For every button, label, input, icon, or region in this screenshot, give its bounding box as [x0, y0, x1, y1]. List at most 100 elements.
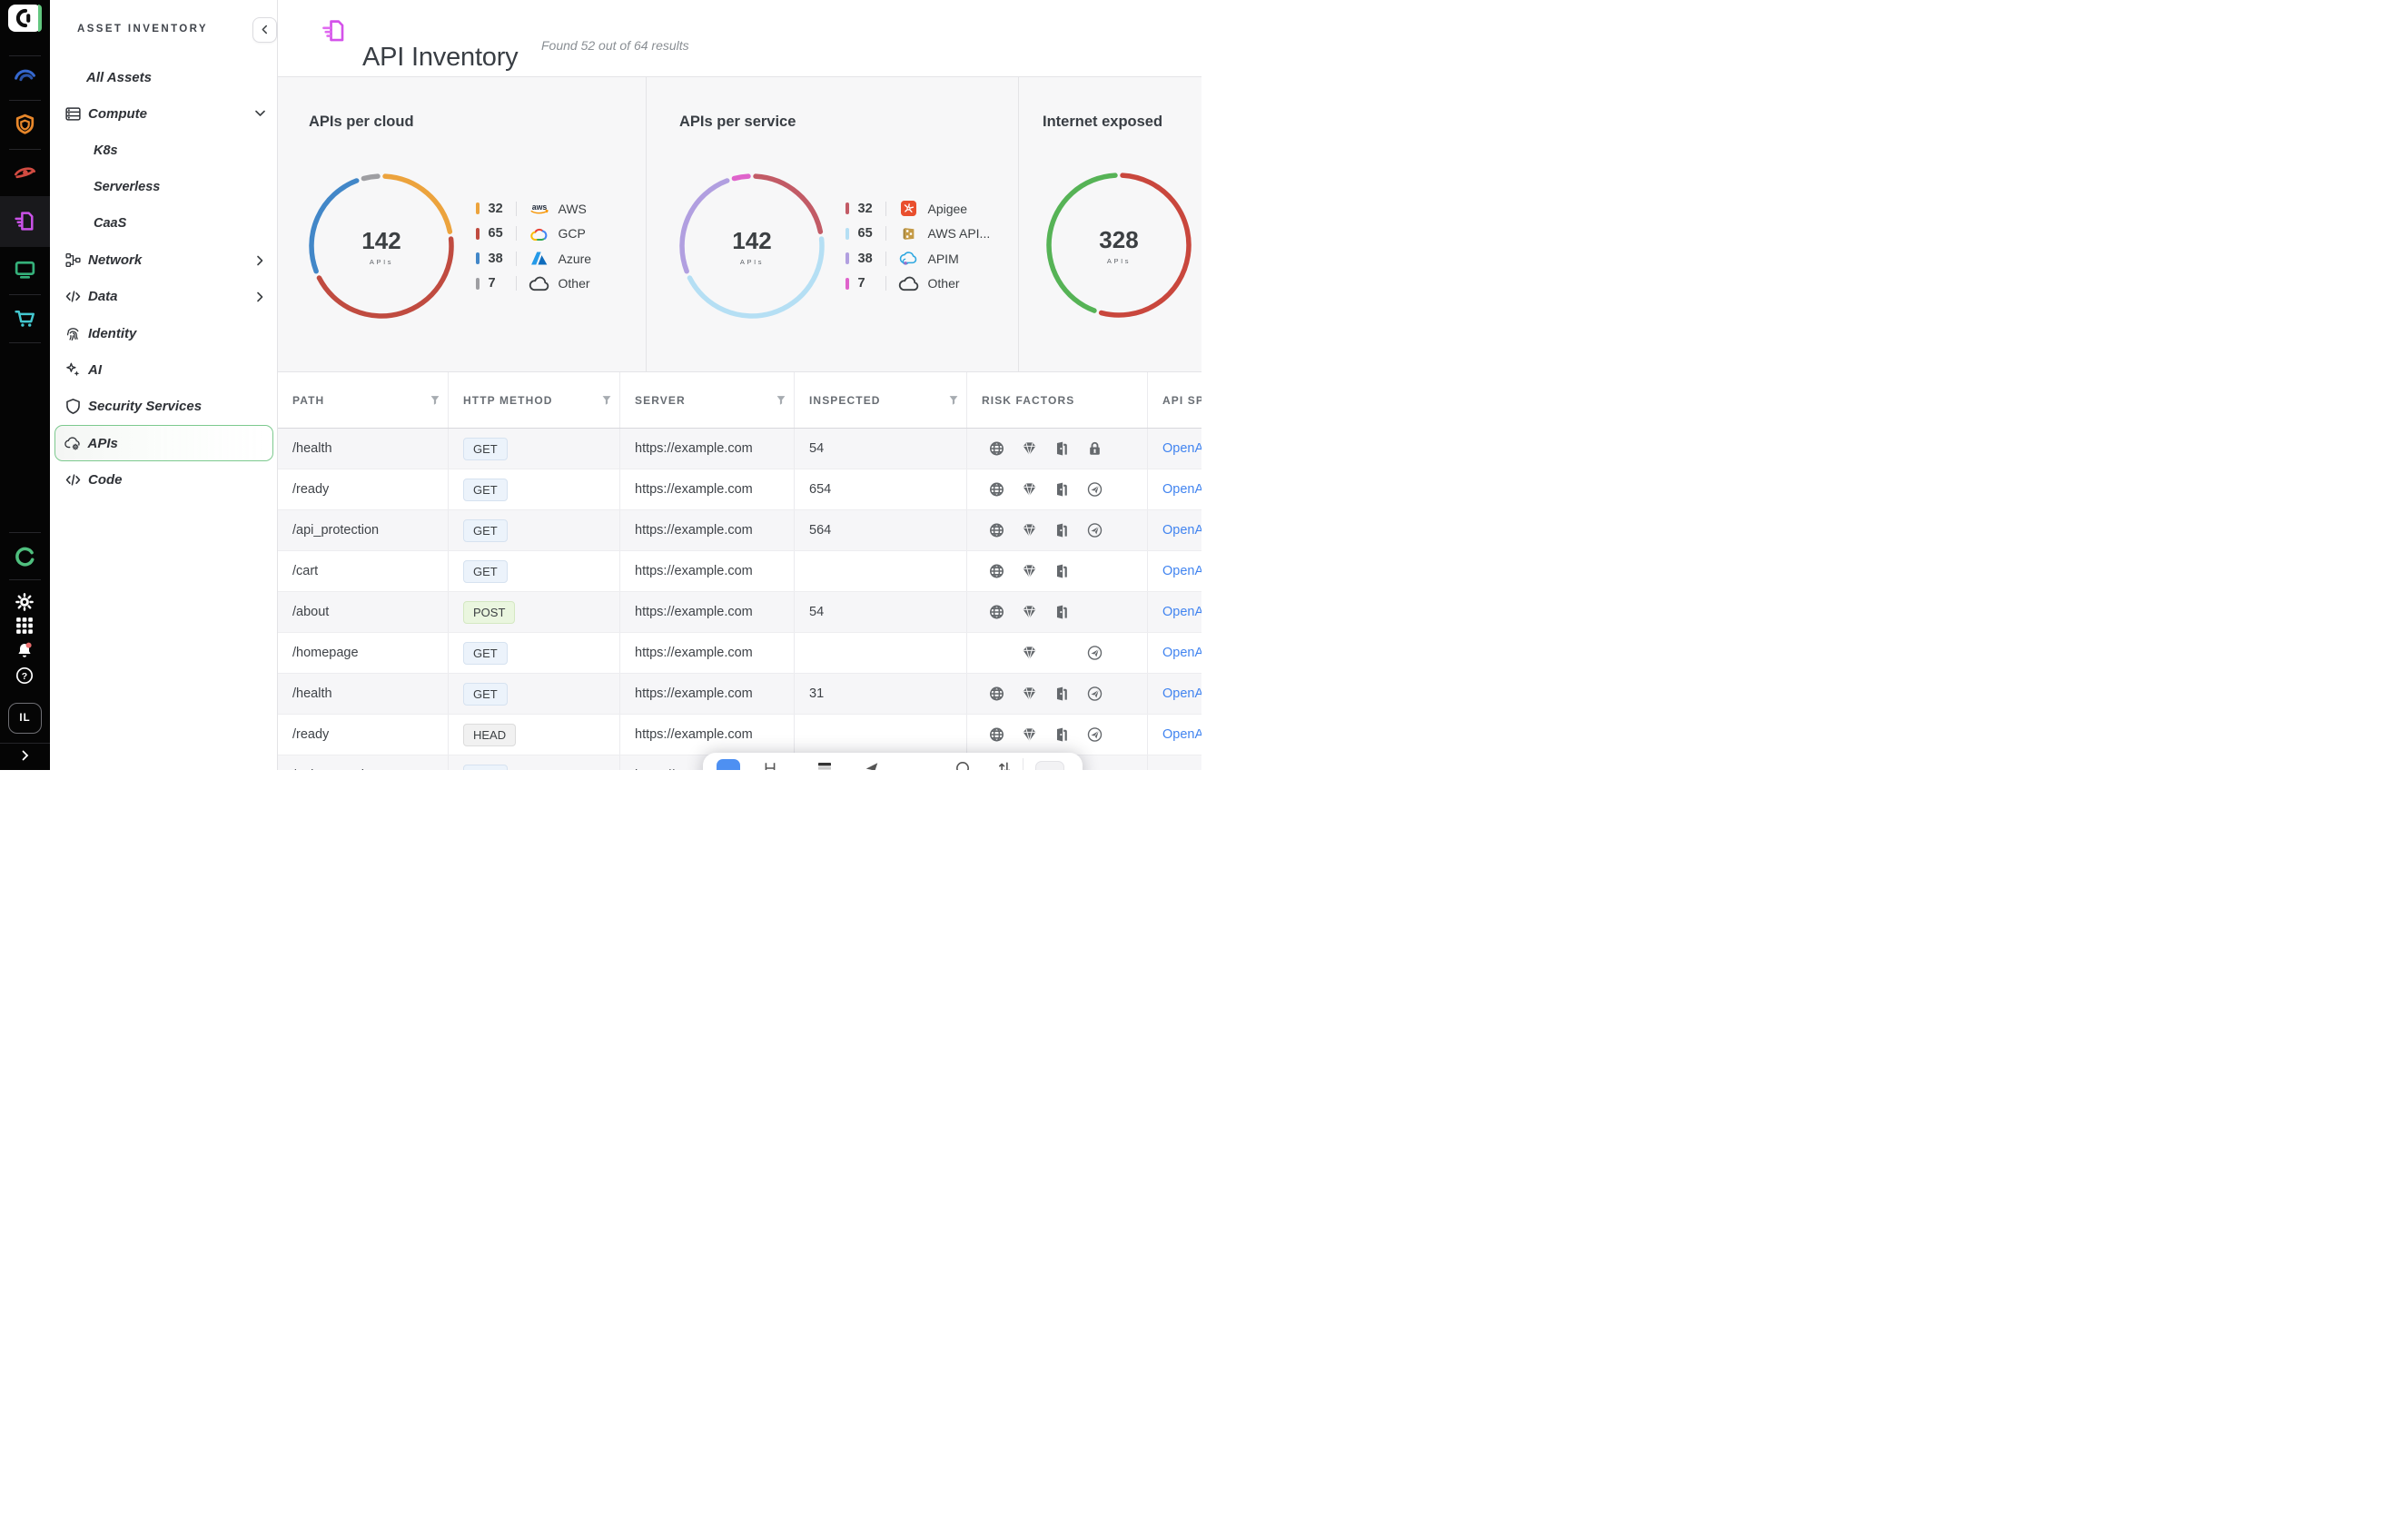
sidebar-item-ai[interactable]: AI — [50, 351, 277, 388]
api-spec-link[interactable]: OpenAPI — [1162, 605, 1202, 619]
filter-icon[interactable] — [430, 395, 440, 405]
sidebar-item-label: Network — [88, 252, 142, 268]
columns-icon[interactable] — [763, 761, 777, 770]
table-row[interactable]: /api_protectionGEThttps://example.com564… — [278, 510, 1202, 551]
filter-icon[interactable] — [776, 395, 786, 405]
table-row[interactable]: /healthGEThttps://example.com31OpenAPI — [278, 674, 1202, 715]
sidebar-item-all-assets[interactable]: All Assets — [50, 59, 277, 95]
sidebar-item-data[interactable]: Data — [50, 279, 277, 315]
cell-path: /api_protection — [278, 755, 449, 770]
help-button[interactable]: ? — [15, 666, 34, 685]
app-logo[interactable] — [8, 5, 42, 32]
risk-gem-icon — [1022, 727, 1037, 743]
chevron-right-icon[interactable] — [256, 255, 264, 266]
sidebar-item-identity[interactable]: Identity — [50, 315, 277, 351]
cell-risks — [967, 551, 1148, 591]
http-method-chip: GET — [463, 765, 508, 771]
column-header-inspected: INSPECTED — [795, 372, 967, 428]
api-spec-link[interactable]: OpenAPI — [1162, 482, 1202, 497]
table-row[interactable]: /cartGEThttps://example.comOpenAPI — [278, 551, 1202, 592]
api-spec-link[interactable]: OpenAPI — [1162, 646, 1202, 660]
orca-logo-icon — [15, 8, 35, 28]
toolbar-primary-button[interactable] — [717, 759, 740, 770]
sidebar-item-compute[interactable]: Compute — [50, 95, 277, 132]
legend-value: 65 — [858, 226, 885, 241]
table-view-icon[interactable] — [817, 761, 832, 770]
api-spec-link[interactable]: OpenAPI — [1162, 441, 1202, 456]
table-row[interactable]: /healthGEThttps://example.com54OpenAPI — [278, 429, 1202, 469]
shield-icon — [64, 398, 82, 415]
legend-divider — [885, 276, 886, 291]
rail-module-dashboard[interactable] — [13, 63, 37, 87]
legend-color-marker — [846, 202, 849, 214]
rail-orca-status[interactable] — [13, 545, 37, 569]
api-spec-link[interactable]: OpenAPI — [1162, 564, 1202, 578]
legend-value: 32 — [858, 202, 885, 216]
azure-logo-icon — [528, 251, 551, 266]
chart-title: APIs per service — [679, 114, 796, 131]
api-spec-link[interactable]: OpenAPI — [1162, 686, 1202, 701]
rail-divider — [9, 100, 41, 101]
chart-divider — [646, 77, 647, 371]
asset-inventory-sidebar: ASSET INVENTORY All AssetsComputeK8sServ… — [50, 0, 278, 770]
cell-server: https://example.com — [620, 592, 795, 632]
filter-icon[interactable] — [602, 395, 611, 405]
chevron-right-icon — [22, 749, 29, 765]
cell-spec: OpenAPI — [1148, 592, 1202, 632]
sidebar-collapse-button[interactable] — [252, 17, 277, 43]
sidebar-item-k8s[interactable]: K8s — [50, 133, 277, 169]
api-icon — [64, 435, 82, 452]
cloud-logo-icon — [528, 276, 551, 291]
user-initials-button[interactable]: IL — [8, 703, 42, 734]
settings-button[interactable] — [15, 593, 34, 611]
table-header: PATHHTTP METHODSERVERINSPECTEDRISK FACTO… — [278, 372, 1202, 429]
apim-logo-icon — [897, 251, 921, 266]
rail-expand-footer[interactable] — [0, 743, 50, 770]
chevron-down-icon[interactable] — [256, 108, 264, 119]
sidebar-item-serverless[interactable]: Serverless — [50, 169, 277, 205]
apps-grid-button[interactable] — [15, 617, 34, 635]
risk-door-icon — [1054, 441, 1070, 457]
cell-inspected: 31 — [795, 674, 967, 714]
api-spec-link[interactable]: OpenAPI — [1162, 768, 1202, 770]
cell-spec: OpenAPI — [1148, 715, 1202, 755]
rail-module-api-inventory[interactable] — [13, 209, 37, 233]
cell-path: /health — [278, 674, 449, 714]
cell-path: /about — [278, 592, 449, 632]
sidebar-item-apis[interactable]: APIs — [54, 425, 273, 461]
sidebar-item-label: AI — [88, 362, 102, 378]
risk-send-icon — [1087, 523, 1103, 538]
api-spec-link[interactable]: OpenAPI — [1162, 727, 1202, 742]
api-spec-link[interactable]: OpenAPI — [1162, 523, 1202, 538]
rail-module-endpoints[interactable] — [13, 257, 37, 281]
send-icon[interactable] — [865, 761, 879, 770]
chevron-right-icon[interactable] — [256, 291, 264, 302]
table-row[interactable]: /readyHEADhttps://example.comOpenAPI — [278, 715, 1202, 755]
main-content: API Inventory Found 52 out of 64 results… — [278, 0, 1202, 770]
table-row[interactable]: /readyGEThttps://example.com654OpenAPI — [278, 469, 1202, 510]
sidebar-item-code[interactable]: Code — [50, 461, 277, 498]
refresh-icon[interactable] — [955, 761, 970, 770]
sidebar-item-caas[interactable]: CaaS — [50, 205, 277, 242]
sidebar-item-label: Data — [88, 289, 118, 304]
rail-module-posture[interactable] — [13, 113, 37, 137]
donut-chart: 328APIs — [1046, 173, 1192, 318]
legend-row: 7Other — [476, 271, 591, 297]
rail-module-commerce[interactable] — [13, 306, 37, 331]
table-row[interactable]: /homepageGEThttps://example.comOpenAPI — [278, 633, 1202, 674]
sort-icon[interactable] — [997, 761, 1012, 770]
sidebar-item-label: CaaS — [94, 216, 126, 231]
risk-door-icon — [1054, 482, 1070, 498]
svg-text:aws: aws — [531, 202, 547, 212]
sidebar-item-network[interactable]: Network — [50, 242, 277, 278]
notifications-button[interactable] — [15, 641, 34, 659]
toolbar-secondary-button[interactable] — [1035, 761, 1064, 770]
sidebar-item-security-services[interactable]: Security Services — [50, 389, 277, 425]
cell-path: /ready — [278, 469, 449, 509]
legend-row: 38APIM — [846, 246, 990, 271]
rail-module-detection[interactable] — [13, 161, 37, 185]
table-row[interactable]: /aboutPOSThttps://example.com54OpenAPI — [278, 592, 1202, 633]
cell-spec: OpenAPI — [1148, 674, 1202, 714]
cell-server: https://example.com — [620, 674, 795, 714]
filter-icon[interactable] — [949, 395, 958, 405]
